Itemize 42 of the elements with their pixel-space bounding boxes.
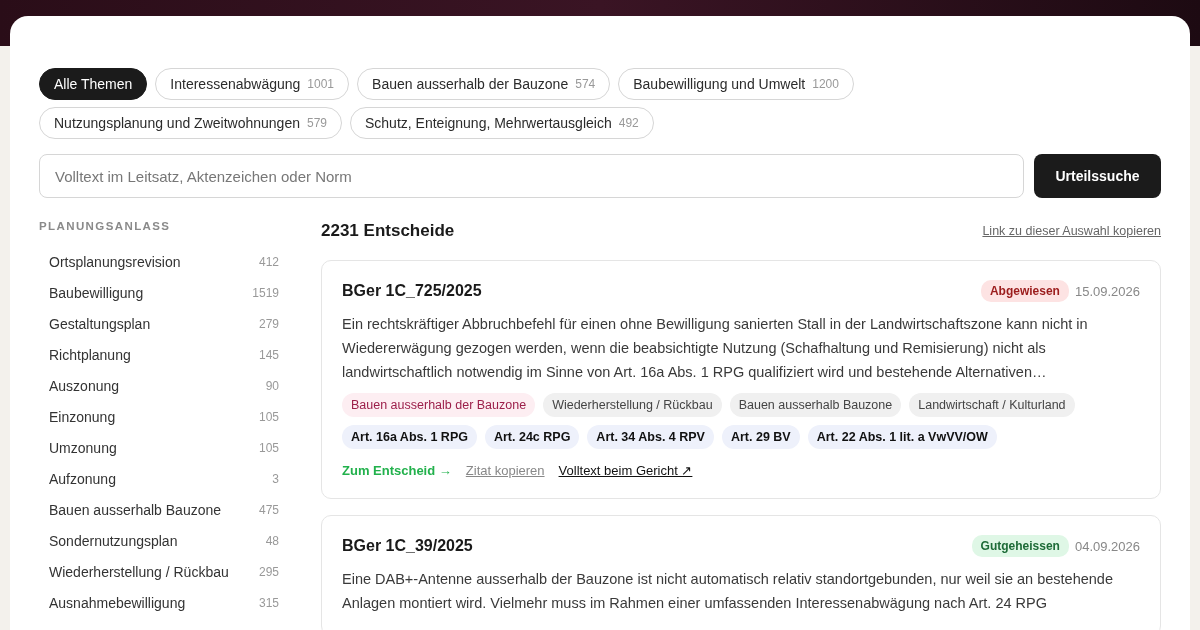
case-date: 04.09.2026 — [1074, 538, 1140, 554]
sidebar-item[interactable]: Bauen ausserhalb Bauzone 475 — [39, 494, 281, 525]
sidebar-item[interactable]: Wiederherstellung / Rückbau 295 — [39, 556, 281, 587]
sidebar-item[interactable]: Auszonung 90 — [39, 370, 281, 401]
topic-chip[interactable]: Schutz, Enteignung, Mehrwertausgleich 492 — [350, 107, 654, 139]
sidebar-item[interactable]: Aufzonung 3 — [39, 463, 281, 494]
fulltext-link[interactable]: Volltext beim Gericht ↗ — [558, 463, 693, 478]
sidebar-item[interactable]: Einzonung 105 — [39, 401, 281, 432]
status-badge: Abgewiesen — [980, 280, 1069, 302]
topic-tag[interactable]: Bauen ausserhalb der Bauzone — [342, 393, 536, 417]
sidebar-item[interactable]: Baubewilligung 1519 — [39, 277, 281, 308]
topic-tag[interactable]: Bauen ausserhalb Bauzone — [729, 393, 902, 417]
topic-chip[interactable]: Baubewilligung und Umwelt 1200 — [618, 68, 854, 100]
topic-chip[interactable]: Interessenabwägung 1001 — [155, 68, 350, 100]
topic-chip[interactable]: Nutzungsplanung und Zweitwohnungen 579 — [39, 107, 342, 139]
result-count: 2231 Entscheide — [321, 221, 455, 241]
topic-chip[interactable]: Alle Themen — [39, 68, 148, 100]
norm-tag[interactable]: Art. 24c RPG — [484, 425, 580, 449]
topic-tag[interactable]: Wiederherstellung / Rückbau — [543, 393, 722, 417]
sidebar-item[interactable]: Umzonung 105 — [39, 432, 281, 463]
case-summary: Ein rechtskräftiger Abbruchbefehl für einen ohne Bewilligung sanierten Stall in der Landwirtschaftszone kann nicht in Wiedererwägung gezogen werden, wenn die beabsichtigte Nutzung (Schafhaltung und Remisierung) nicht als landwirtschaftlich notwendig im Sinne von Art. 16a Abs. 1 RPG qualifiziert wird und bestehende Alternativen… — [342, 315, 1089, 382]
search-field[interactable]: Volltext im Leitsatz, Aktenzeichen oder Norm — [39, 154, 1024, 198]
topic-chip[interactable]: Bauen ausserhalb der Bauzone 574 — [357, 68, 611, 100]
status-badge: Gutgeheissen — [971, 535, 1069, 557]
case-title: BGer 1C_725/2025 — [342, 282, 482, 300]
sidebar-heading: PLANUNGSANLASS — [39, 220, 172, 232]
copy-link[interactable]: Link zu dieser Auswahl kopieren — [982, 224, 1161, 238]
topic-tag[interactable]: Landwirtschaft / Kulturland — [909, 393, 1075, 417]
sidebar-item[interactable]: Sondernutzungsplan 48 — [39, 525, 281, 556]
case-title: BGer 1C_39/2025 — [342, 537, 473, 555]
sidebar-item[interactable]: Ortsplanungsrevision 412 — [39, 246, 281, 277]
sidebar-item[interactable]: Ausnahmebewilligung 315 — [39, 587, 281, 618]
sidebar-item[interactable]: Richtplanung 145 — [39, 339, 281, 370]
norm-tag[interactable]: Art. 16a Abs. 1 RPG — [342, 425, 477, 449]
norm-tag[interactable]: Art. 34 Abs. 4 RPV — [587, 425, 714, 449]
case-date: 15.09.2026 — [1074, 283, 1140, 299]
norm-tag[interactable]: Art. 22 Abs. 1 lit. a VwVV/OW — [807, 425, 997, 449]
case-summary: Eine DAB+-Antenne ausserhalb der Bauzone ist nicht automatisch relativ standortgebunden, nur weil sie an bestehende Anlagen montiert wird. Vielmehr muss im Rahmen einer umfassenden Interessenabwägung nach Art. 24 RPG — [342, 570, 1114, 613]
sidebar-item[interactable]: Gestaltungsplan 279 — [39, 308, 281, 339]
norm-tag[interactable]: Art. 29 BV — [721, 425, 800, 449]
search-button[interactable]: Urteilssuche — [1034, 154, 1161, 198]
copy-citation-link[interactable]: Zitat kopieren — [465, 463, 545, 478]
